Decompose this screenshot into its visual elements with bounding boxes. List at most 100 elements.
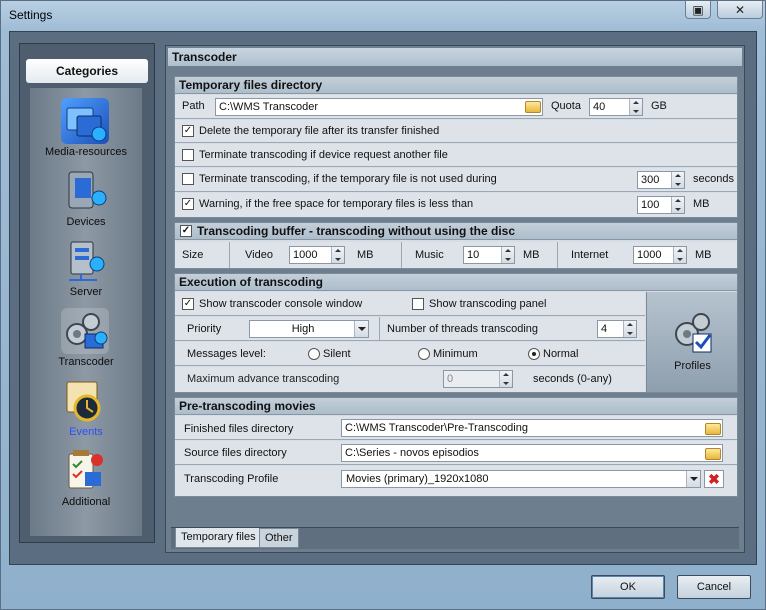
panel-title: Transcoder [168,48,742,66]
category-events[interactable]: Events [30,372,142,442]
radio-silent-label: Silent [323,348,351,360]
close-icon[interactable]: ✕ [717,1,763,19]
category-transcoder[interactable]: Transcoder [30,302,142,372]
console-label: Show transcoder console window [199,298,363,310]
chevron-down-icon[interactable] [686,471,700,487]
category-additional[interactable]: Additional [30,442,142,512]
warning-checkbox[interactable]: ✓ [182,198,194,210]
source-dir-input[interactable]: C:\Series - novos episodios [341,444,723,462]
temp-files-group: Temporary files directory Path C:\WMS Tr… [174,76,738,218]
terminate-request-checkbox[interactable] [182,149,194,161]
radio-normal[interactable] [528,348,540,360]
terminate-seconds-value: 300 [641,174,660,186]
delete-row: ✓ Delete the temporary file after its tr… [175,120,737,143]
category-media-resources[interactable]: Media-resources [30,92,142,162]
messages-row: Messages level: Silent Minimum Normal [175,342,645,366]
profiles-button[interactable]: Profiles [646,292,737,392]
buffer-group: ✓ Transcoding buffer - transcoding witho… [174,222,738,269]
group-title: Temporary files directory [175,77,737,94]
terminate-unused-label: Terminate transcoding, if the temporary … [199,173,497,185]
music-spinner[interactable]: 10 [463,246,515,264]
profile-select[interactable]: Movies (primary)_1920x1080 [341,470,701,488]
internet-unit: MB [695,249,712,261]
terminate-request-label: Terminate transcoding if device request … [199,149,448,161]
profiles-gear-icon [669,310,715,356]
spinner-arrows-icon[interactable] [499,371,512,387]
internet-spinner[interactable]: 1000 [633,246,687,264]
terminate-seconds-spinner[interactable]: 300 [637,171,685,189]
priority-label: Priority [187,323,222,335]
cancel-button[interactable]: Cancel [677,575,751,599]
video-value: 1000 [293,249,318,261]
divider [557,242,558,268]
spinner-arrows-icon[interactable] [671,197,684,213]
terminate-unused-row: Terminate transcoding, if the temporary … [175,168,737,192]
console-checkbox[interactable]: ✓ [182,298,194,310]
profiles-label: Profiles [674,360,711,372]
buffer-checkbox[interactable]: ✓ [180,225,192,237]
spinner-arrows-icon[interactable] [671,172,684,188]
tab-temporary-files[interactable]: Temporary files [175,528,262,548]
category-label: Additional [61,496,111,508]
warning-row: ✓ Warning, if the free space for tempora… [175,193,737,217]
categories-header: Categories [26,59,148,83]
transcoder-icon [61,308,109,354]
delete-checkbox[interactable]: ✓ [182,125,194,137]
folder-icon[interactable] [705,423,721,435]
quota-spinner[interactable]: 40 [589,98,643,116]
transcoding-panel-checkbox[interactable] [412,298,424,310]
spinner-arrows-icon[interactable] [629,99,642,115]
category-label: Transcoder [58,356,114,368]
restore-icon[interactable]: ▣ [685,1,711,19]
group-title: Execution of transcoding [175,274,737,291]
warning-mb-value: 100 [641,199,660,211]
ok-button[interactable]: OK [591,575,665,599]
spinner-arrows-icon[interactable] [501,247,514,263]
music-value: 10 [467,249,480,261]
divider [401,242,402,268]
threads-spinner[interactable]: 4 [597,320,637,338]
max-advance-value: 0 [447,373,454,385]
categories-sidebar: Categories Media-resources Devices Serve… [19,43,155,543]
folder-icon[interactable] [525,101,541,113]
radio-minimum[interactable] [418,348,430,360]
size-label: Size [182,249,204,261]
priority-row: Priority High Number of threads transcod… [175,317,645,341]
category-label: Devices [66,216,106,228]
category-label: Server [69,286,103,298]
devices-icon [61,168,109,214]
events-icon [61,378,109,424]
quota-unit: GB [651,100,667,112]
title-bar[interactable]: Settings ▣ ✕ [1,1,765,29]
category-devices[interactable]: Devices [30,162,142,232]
finished-dir-input[interactable]: C:\WMS Transcoder\Pre-Transcoding [341,419,723,437]
max-advance-spinner[interactable]: 0 [443,370,513,388]
quota-label: Quota [551,100,581,112]
chevron-down-icon[interactable] [354,321,368,337]
folder-icon[interactable] [705,448,721,460]
priority-select[interactable]: High [249,320,369,338]
internet-value: 1000 [637,249,662,261]
transcoding-panel-label: Show transcoding panel [429,298,547,310]
pre-transcoding-group: Pre-transcoding movies Finished files di… [174,397,738,497]
tab-other[interactable]: Other [259,528,299,548]
radio-silent[interactable] [308,348,320,360]
divider [379,317,380,341]
terminate-unused-checkbox[interactable] [182,173,194,185]
server-icon [61,238,109,284]
category-server[interactable]: Server [30,232,142,302]
music-label: Music [415,249,444,261]
path-label: Path [182,100,205,112]
path-input[interactable]: C:\WMS Transcoder [215,98,543,116]
warning-mb-spinner[interactable]: 100 [637,196,685,214]
warning-unit: MB [693,198,710,210]
path-row: Path C:\WMS Transcoder Quota 40 GB [175,95,737,119]
messages-label: Messages level: [187,348,266,360]
profile-label: Transcoding Profile [184,473,279,485]
spinner-arrows-icon[interactable] [673,247,686,263]
spinner-arrows-icon[interactable] [623,321,636,337]
spinner-arrows-icon[interactable] [331,247,344,263]
max-advance-row: Maximum advance transcoding 0 seconds (0… [175,367,645,392]
delete-profile-icon[interactable]: ✖ [704,470,724,488]
video-spinner[interactable]: 1000 [289,246,345,264]
